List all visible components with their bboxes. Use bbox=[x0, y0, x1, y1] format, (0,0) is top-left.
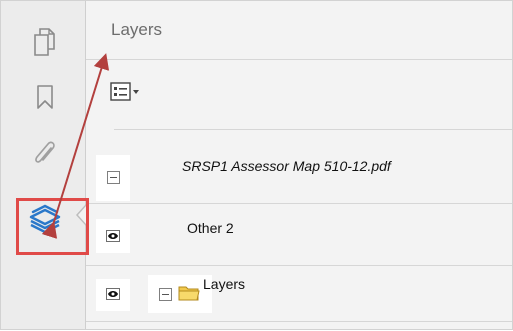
layers-window: Layers SRSP1 Assessor Map 510-12.pdf Oth… bbox=[0, 0, 513, 330]
annotation-arrow bbox=[41, 53, 110, 239]
